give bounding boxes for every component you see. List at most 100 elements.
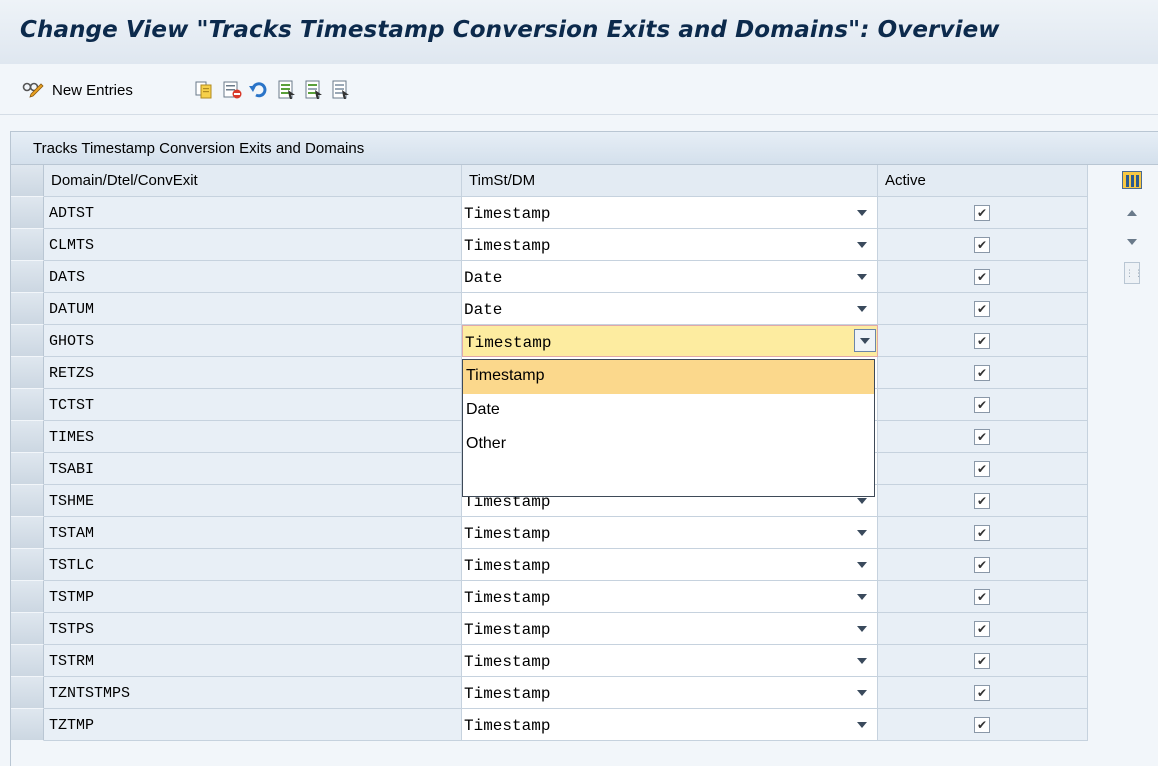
row-selector[interactable]	[11, 229, 44, 261]
row-selector[interactable]	[11, 261, 44, 293]
domain-cell: TIMES	[44, 421, 462, 453]
active-checkbox[interactable]: ✔	[974, 237, 990, 253]
type-select[interactable]: Timestamp	[462, 197, 878, 229]
chevron-down-icon[interactable]	[857, 274, 867, 280]
active-checkbox[interactable]: ✔	[974, 621, 990, 637]
type-select[interactable]: Timestamp	[462, 613, 878, 645]
type-value: Timestamp	[464, 525, 551, 543]
column-header-label: Active	[885, 172, 926, 189]
dropdown-option[interactable]: Date	[463, 394, 874, 428]
row-selector[interactable]	[11, 517, 44, 549]
type-select[interactable]: Timestamp	[462, 645, 878, 677]
active-checkbox[interactable]: ✔	[974, 429, 990, 445]
active-checkbox[interactable]: ✔	[974, 461, 990, 477]
type-select[interactable]: Timestamp	[462, 581, 878, 613]
row-selector[interactable]	[11, 645, 44, 677]
type-select[interactable]: Timestamp	[462, 229, 878, 261]
type-value: Date	[464, 269, 503, 287]
type-select[interactable]: Timestamp	[462, 677, 878, 709]
active-checkbox[interactable]: ✔	[974, 557, 990, 573]
chevron-down-icon[interactable]	[857, 658, 867, 664]
active-checkbox[interactable]: ✔	[974, 525, 990, 541]
new-entries-button[interactable]: New Entries	[52, 79, 133, 101]
scroll-up-icon[interactable]	[1127, 210, 1137, 216]
chevron-down-icon[interactable]	[857, 530, 867, 536]
dropdown-button[interactable]	[854, 329, 876, 352]
active-checkbox[interactable]: ✔	[974, 397, 990, 413]
type-select[interactable]: Timestamp	[462, 709, 878, 741]
active-cell: ✔	[878, 453, 1088, 485]
chevron-down-icon[interactable]	[857, 306, 867, 312]
active-checkbox[interactable]: ✔	[974, 653, 990, 669]
type-value: Timestamp	[464, 717, 551, 735]
type-select[interactable]: Date	[462, 293, 878, 325]
scrollbar-thumb[interactable]: ⋮⋮	[1124, 262, 1143, 284]
row-selector[interactable]	[11, 709, 44, 741]
row-selector[interactable]	[11, 421, 44, 453]
dropdown-option[interactable]: Timestamp	[463, 360, 874, 394]
column-header-domain[interactable]: Domain/Dtel/ConvExit	[44, 165, 462, 197]
deselect-all-button[interactable]	[331, 79, 351, 101]
undo-button[interactable]	[248, 79, 268, 101]
column-settings-icon[interactable]	[1122, 171, 1142, 189]
active-cell: ✔	[878, 325, 1088, 357]
row-selector[interactable]	[11, 549, 44, 581]
row-selector[interactable]	[11, 197, 44, 229]
table-title-bar: Tracks Timestamp Conversion Exits and Do…	[11, 132, 1158, 165]
domain-cell: TSHME	[44, 485, 462, 517]
active-cell: ✔	[878, 389, 1088, 421]
dropdown-option-label: Other	[466, 435, 507, 452]
active-cell: ✔	[878, 613, 1088, 645]
chevron-down-icon	[860, 338, 870, 344]
select-block-button[interactable]	[304, 79, 324, 101]
row-selector[interactable]	[11, 485, 44, 517]
domain-value: TCTST	[49, 397, 95, 414]
scroll-down-icon[interactable]	[1127, 239, 1137, 245]
active-cell: ✔	[878, 197, 1088, 229]
row-selector[interactable]	[11, 389, 44, 421]
display-change-button[interactable]	[22, 79, 44, 101]
row-selector[interactable]	[11, 581, 44, 613]
select-all-button[interactable]	[277, 79, 297, 101]
active-checkbox[interactable]: ✔	[974, 717, 990, 733]
dropdown-option[interactable]: Other	[463, 428, 874, 462]
chevron-down-icon[interactable]	[857, 498, 867, 504]
type-value: Timestamp	[465, 334, 552, 352]
active-checkbox[interactable]: ✔	[974, 205, 990, 221]
type-select-focused[interactable]: Timestamp	[462, 325, 878, 357]
new-entries-label: New Entries	[52, 81, 133, 99]
type-select[interactable]: Timestamp	[462, 517, 878, 549]
active-checkbox[interactable]: ✔	[974, 333, 990, 349]
chevron-down-icon[interactable]	[857, 594, 867, 600]
row-selector[interactable]	[11, 293, 44, 325]
delete-button[interactable]	[222, 79, 244, 101]
type-select[interactable]: Date	[462, 261, 878, 293]
row-selector[interactable]	[11, 357, 44, 389]
active-checkbox[interactable]: ✔	[974, 269, 990, 285]
column-header-active[interactable]: Active	[878, 165, 1088, 197]
column-header-type[interactable]: TimSt/DM	[462, 165, 878, 197]
type-value: Timestamp	[464, 205, 551, 223]
copy-button[interactable]	[194, 79, 214, 101]
select-all-rows-cell[interactable]	[11, 165, 44, 197]
domain-cell: TSABI	[44, 453, 462, 485]
chevron-down-icon[interactable]	[857, 722, 867, 728]
chevron-down-icon[interactable]	[857, 690, 867, 696]
active-checkbox[interactable]: ✔	[974, 493, 990, 509]
type-value: Timestamp	[464, 237, 551, 255]
dropdown-option-label: Date	[466, 401, 500, 418]
chevron-down-icon[interactable]	[857, 562, 867, 568]
row-selector[interactable]	[11, 677, 44, 709]
type-select[interactable]: Timestamp	[462, 549, 878, 581]
row-selector[interactable]	[11, 613, 44, 645]
chevron-down-icon[interactable]	[857, 210, 867, 216]
active-checkbox[interactable]: ✔	[974, 365, 990, 381]
active-checkbox[interactable]: ✔	[974, 301, 990, 317]
active-checkbox[interactable]: ✔	[974, 589, 990, 605]
row-selector[interactable]	[11, 325, 44, 357]
chevron-down-icon[interactable]	[857, 242, 867, 248]
row-selector[interactable]	[11, 453, 44, 485]
active-checkbox[interactable]: ✔	[974, 685, 990, 701]
chevron-down-icon[interactable]	[857, 626, 867, 632]
active-cell: ✔	[878, 293, 1088, 325]
